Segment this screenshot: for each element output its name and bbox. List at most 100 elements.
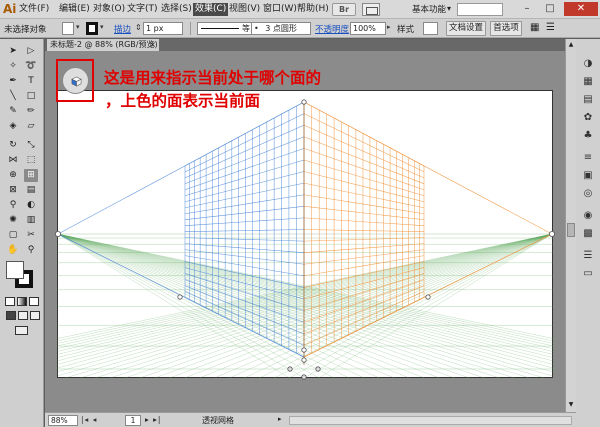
gradient-mode-swatch[interactable] <box>17 297 27 306</box>
slice-tool-icon[interactable]: ✂ <box>24 229 38 242</box>
stepper-icon[interactable]: ⇕ <box>135 23 142 32</box>
artboard-number-field[interactable]: 1 <box>125 415 141 426</box>
transparency-panel-icon[interactable]: ◎ <box>581 187 595 200</box>
free-transform-tool-icon[interactable]: ⬚ <box>24 154 38 167</box>
brush-definition[interactable]: • 3 点圆形 <box>251 22 311 35</box>
gradient-panel-icon[interactable]: ▣ <box>581 169 595 182</box>
swatches-panel-icon[interactable]: ▤ <box>581 93 595 106</box>
scroll-down-icon[interactable]: ▼ <box>567 401 575 408</box>
stroke-panel-link[interactable]: 描边 <box>114 23 131 35</box>
shape-builder-tool-icon[interactable]: ⊕ <box>6 169 20 182</box>
column-graph-tool-icon[interactable]: ▥ <box>24 214 38 227</box>
color-guide-icon[interactable]: ▦ <box>581 75 595 88</box>
width-tool-icon[interactable]: ⋈ <box>6 154 20 167</box>
pencil-tool-icon[interactable]: ✏ <box>24 105 38 118</box>
grid-handle[interactable] <box>425 294 431 300</box>
pen-tool-icon[interactable]: ✒ <box>6 75 20 88</box>
draw-behind-icon[interactable] <box>18 311 28 320</box>
maximize-button[interactable]: □ <box>540 2 560 16</box>
opacity-field[interactable]: 100% <box>350 22 386 35</box>
arrange-documents-icon[interactable] <box>362 3 380 16</box>
fill-color-swatch[interactable] <box>62 22 74 35</box>
menu-select[interactable]: 选择(S) <box>161 3 192 16</box>
symbol-sprayer-tool-icon[interactable]: ✺ <box>6 214 20 227</box>
magic-wand-tool-icon[interactable]: ✧ <box>6 60 20 73</box>
grid-handle[interactable] <box>548 230 555 237</box>
close-button[interactable]: ✕ <box>564 2 598 16</box>
document-tab[interactable]: 未标题-2 @ 88% (RGB/预览) × <box>47 39 159 51</box>
menu-help[interactable]: 帮助(H) <box>297 3 329 16</box>
direct-selection-tool-icon[interactable]: ▷ <box>24 45 38 58</box>
chevron-right-icon[interactable]: ▸ <box>278 415 282 423</box>
artboard-tool-icon[interactable]: ▢ <box>6 229 20 242</box>
grid-handle[interactable] <box>301 374 307 380</box>
draw-normal-icon[interactable] <box>6 311 16 320</box>
close-tab-icon[interactable]: × <box>149 39 156 51</box>
appearance-panel-icon[interactable]: ◉ <box>581 209 595 222</box>
menu-window[interactable]: 窗口(W) <box>263 3 297 16</box>
none-mode-icon[interactable] <box>29 297 39 306</box>
rotate-tool-icon[interactable]: ↻ <box>6 139 20 152</box>
menu-edit[interactable]: 编辑(E) <box>59 3 90 16</box>
type-tool-icon[interactable]: T <box>24 75 38 88</box>
layers-panel-icon[interactable]: ☰ <box>581 249 595 262</box>
menu-view[interactable]: 视图(V) <box>229 3 260 16</box>
eyedropper-tool-icon[interactable]: ⚲ <box>6 199 20 212</box>
hand-tool-icon[interactable]: ✋ <box>6 244 20 257</box>
fill-swatch[interactable] <box>6 261 24 279</box>
draw-inside-icon[interactable] <box>30 311 40 320</box>
canvas[interactable]: 这是用来指示当前处于哪个面的 ，上色的面表示当前面 <box>45 51 565 412</box>
graphic-styles-panel-icon[interactable]: ▩ <box>581 227 595 240</box>
vertical-scrollbar[interactable]: ▲ ▼ <box>565 39 576 412</box>
menu-type[interactable]: 文字(T) <box>127 3 158 16</box>
scroll-up-icon[interactable]: ▲ <box>567 41 575 48</box>
stroke-weight-field[interactable]: 1 px <box>143 22 183 35</box>
brushes-panel-icon[interactable]: ✿ <box>581 111 595 124</box>
mesh-tool-icon[interactable]: ⊠ <box>6 184 20 197</box>
zoom-tool-icon[interactable]: ⚲ <box>24 244 38 257</box>
grid-handle[interactable] <box>287 366 293 372</box>
screen-mode-icon[interactable] <box>15 326 28 335</box>
scroll-thumb[interactable] <box>567 223 575 237</box>
stroke-panel-icon[interactable]: ≡ <box>581 151 595 164</box>
chevron-down-icon[interactable]: ▾ <box>447 4 451 13</box>
menu-file[interactable]: 文件(F) <box>19 3 49 16</box>
rectangle-tool-icon[interactable]: □ <box>24 90 38 103</box>
selection-tool-icon[interactable]: ➤ <box>6 45 20 58</box>
grid-handle[interactable] <box>301 99 307 105</box>
menu-effect[interactable]: 效果(C) <box>193 3 229 16</box>
artboard-nav-next-last[interactable]: ▸ ▸| <box>145 415 161 424</box>
grid-handle[interactable] <box>177 294 183 300</box>
symbols-panel-icon[interactable]: ♣ <box>581 129 595 142</box>
menu-icon[interactable]: ☰ <box>544 22 556 35</box>
minimize-button[interactable]: – <box>517 2 537 16</box>
artboards-panel-icon[interactable]: ▭ <box>581 267 595 280</box>
chevron-down-icon[interactable]: ▾ <box>100 23 104 31</box>
horizontal-scrollbar[interactable] <box>289 416 572 425</box>
menu-object[interactable]: 对象(O) <box>93 3 125 16</box>
document-setup-button[interactable]: 文档设置 <box>446 21 486 36</box>
chevron-right-icon[interactable]: ▸ <box>387 23 391 31</box>
chevron-down-icon[interactable]: ▾ <box>76 23 80 31</box>
lasso-tool-icon[interactable]: ➰ <box>24 60 38 73</box>
gradient-tool-icon[interactable]: ▤ <box>24 184 38 197</box>
search-input[interactable] <box>457 3 503 16</box>
blend-tool-icon[interactable]: ◐ <box>24 199 38 212</box>
grid-handle[interactable] <box>301 347 307 353</box>
paintbrush-tool-icon[interactable]: ✎ <box>6 105 20 118</box>
graphic-style-swatch[interactable] <box>423 22 438 35</box>
line-tool-icon[interactable]: ╲ <box>6 90 20 103</box>
scale-tool-icon[interactable]: ⤡ <box>24 139 38 152</box>
eraser-tool-icon[interactable]: ▱ <box>24 120 38 133</box>
plane-switching-widget[interactable] <box>62 67 89 94</box>
color-panel-icon[interactable]: ◑ <box>581 57 595 70</box>
color-mode-swatch[interactable] <box>5 297 15 306</box>
grid-handle[interactable] <box>301 357 307 363</box>
artboard-nav-first-prev[interactable]: |◂ ◂ <box>81 415 97 424</box>
grid-handle[interactable] <box>315 366 321 372</box>
workspace-switcher[interactable]: 基本功能 <box>412 3 446 15</box>
bridge-button[interactable]: Br <box>332 3 356 16</box>
stroke-color-swatch[interactable] <box>86 22 98 35</box>
arrange-icon[interactable]: ▦ <box>528 22 540 35</box>
preferences-button[interactable]: 首选项 <box>490 21 522 36</box>
